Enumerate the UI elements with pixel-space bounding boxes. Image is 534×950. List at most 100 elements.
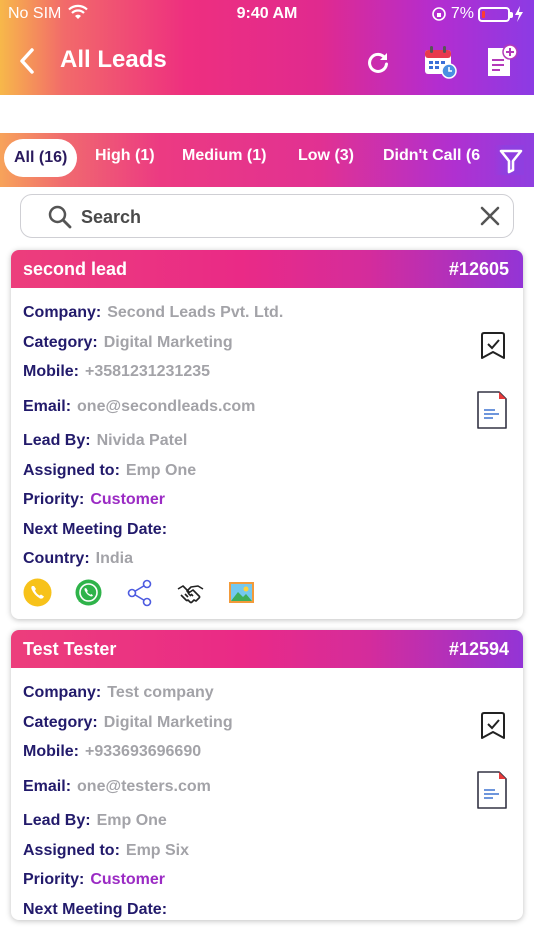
category-value: Digital Marketing <box>103 714 233 731</box>
phone-icon <box>23 578 52 607</box>
battery-icon <box>478 6 513 22</box>
search-input[interactable] <box>81 203 441 231</box>
battery-percent: 7% <box>450 5 474 22</box>
category-value: Digital Marketing <box>103 334 233 351</box>
document-button[interactable] <box>475 390 509 435</box>
calendar-clock-icon <box>425 46 457 79</box>
charging-icon <box>515 6 523 22</box>
chevron-left-icon <box>20 48 34 74</box>
company-label: Company: <box>23 684 102 701</box>
lead-card[interactable]: Test Tester #12594 Company: Test company … <box>11 630 523 920</box>
category-label: Category: <box>23 714 98 731</box>
mobile-value: +933693696690 <box>85 743 202 760</box>
share-icon <box>127 579 152 607</box>
tab-didnt-call[interactable]: Didn't Call (6 <box>383 147 480 165</box>
search-icon <box>47 204 73 235</box>
assigned-to-row: Assigned to: Emp One <box>23 462 196 480</box>
filter-tabs: All (16) High (1) Medium (1) Low (3) Did… <box>0 133 534 187</box>
assigned-to-value: Emp Six <box>125 842 190 859</box>
document-icon <box>477 771 507 809</box>
bookmark-check-icon <box>481 332 505 359</box>
calendar-button[interactable] <box>420 42 460 82</box>
company-row: Company: Test company <box>23 684 214 702</box>
search-box <box>20 194 514 238</box>
assigned-to-row: Assigned to: Emp Six <box>23 842 189 860</box>
priority-value: Customer <box>90 871 166 888</box>
document-icon <box>477 391 507 429</box>
tab-all[interactable]: All (16) <box>4 139 78 177</box>
category-label: Category: <box>23 334 98 351</box>
image-icon <box>229 582 254 603</box>
email-row: Email: one@testers.com <box>23 778 211 796</box>
lead-card-header: second lead #12605 <box>11 250 523 288</box>
email-label: Email: <box>23 398 72 415</box>
mobile-row: Mobile: +3581231231235 <box>23 363 210 381</box>
mobile-value: +3581231231235 <box>85 363 211 380</box>
assigned-to-value: Emp One <box>125 462 197 479</box>
orientation-lock-icon <box>432 7 446 21</box>
country-label: Country: <box>23 550 90 567</box>
priority-label: Priority: <box>23 871 85 888</box>
next-meeting-row: Next Meeting Date: <box>23 521 173 539</box>
nav-bar: All Leads <box>0 40 534 84</box>
email-label: Email: <box>23 778 72 795</box>
lead-by-row: Lead By: Nividа Patel <box>23 432 187 450</box>
filter-icon <box>499 149 523 174</box>
tab-high[interactable]: High (1) <box>95 147 155 165</box>
filter-button[interactable] <box>494 145 524 175</box>
status-right: 7% <box>431 5 524 23</box>
email-value: one@testers.com <box>77 778 211 795</box>
priority-value: Customer <box>90 491 166 508</box>
next-meeting-row: Next Meeting Date: <box>23 901 173 919</box>
lead-by-row: Lead By: Emp One <box>23 812 167 830</box>
lead-card[interactable]: second lead #12605 Company: Second Leads … <box>11 250 523 619</box>
next-meeting-label: Next Meeting Date: <box>23 901 168 918</box>
lead-by-label: Lead By: <box>23 432 91 449</box>
company-value: Test company <box>107 684 214 701</box>
header-spacer <box>0 95 534 133</box>
add-note-icon <box>488 44 518 76</box>
call-button[interactable] <box>23 578 52 607</box>
tab-low[interactable]: Low (3) <box>298 147 354 165</box>
whatsapp-button[interactable] <box>74 578 103 607</box>
mobile-label: Mobile: <box>23 743 79 760</box>
email-value: one@secondleads.com <box>77 398 256 415</box>
priority-row: Priority: Customer <box>23 871 165 889</box>
priority-label: Priority: <box>23 491 85 508</box>
country-row: Country: India <box>23 550 133 568</box>
back-button[interactable] <box>14 44 42 78</box>
gallery-button[interactable] <box>227 578 256 607</box>
lead-name: second lead <box>23 259 128 279</box>
whatsapp-icon <box>75 579 102 606</box>
lead-number: #12594 <box>448 639 509 659</box>
assigned-to-label: Assigned to: <box>23 462 120 479</box>
handshake-icon <box>177 585 204 604</box>
clear-search-button[interactable] <box>479 205 501 232</box>
lead-by-value: Emp One <box>96 812 167 829</box>
mobile-label: Mobile: <box>23 363 79 380</box>
lead-by-label: Lead By: <box>23 812 91 829</box>
deal-button[interactable] <box>176 578 205 607</box>
app-header: No SIM 9:40 AM 7% All Leads <box>0 0 534 95</box>
refresh-icon <box>368 52 388 73</box>
add-note-button[interactable] <box>480 42 520 82</box>
category-row: Category: Digital Marketing <box>23 714 233 732</box>
priority-row: Priority: Customer <box>23 491 165 509</box>
lead-number: #12605 <box>448 259 509 279</box>
close-icon <box>480 206 500 226</box>
refresh-button[interactable] <box>358 42 398 82</box>
lead-actions <box>23 578 256 607</box>
checklist-button[interactable] <box>479 330 507 367</box>
lead-name: Test Tester <box>23 639 117 659</box>
email-row: Email: one@secondleads.com <box>23 398 255 416</box>
company-label: Company: <box>23 304 102 321</box>
country-value: India <box>95 550 133 567</box>
share-button[interactable] <box>125 578 154 607</box>
company-row: Company: Second Leads Pvt. Ltd. <box>23 304 283 322</box>
lead-card-header: Test Tester #12594 <box>11 630 523 668</box>
document-button[interactable] <box>475 770 509 815</box>
status-bar: No SIM 9:40 AM 7% <box>0 4 534 26</box>
tab-medium[interactable]: Medium (1) <box>182 147 266 165</box>
checklist-button[interactable] <box>479 710 507 747</box>
next-meeting-label: Next Meeting Date: <box>23 521 168 538</box>
